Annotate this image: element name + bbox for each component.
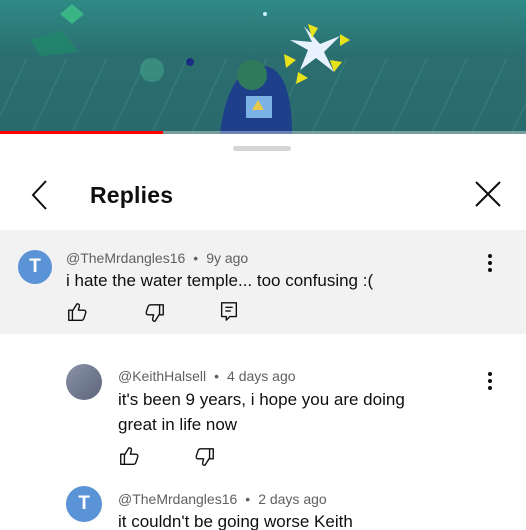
back-arrow-icon[interactable] [28, 178, 52, 212]
reply-icon[interactable] [218, 300, 240, 322]
comment-author[interactable]: @TheMrdangles16 [118, 491, 237, 507]
comment-meta: @TheMrdangles16 • 2 days ago [118, 491, 327, 507]
avatar[interactable] [66, 364, 102, 400]
comment-text: i hate the water temple... too confusing… [66, 271, 374, 290]
more-options-icon[interactable] [484, 254, 496, 274]
dislike-icon[interactable] [144, 302, 166, 324]
avatar[interactable]: T [18, 250, 52, 284]
comment-text-line-2: great in life now [118, 415, 238, 434]
drag-handle[interactable] [233, 146, 291, 151]
avatar[interactable]: T [66, 486, 102, 522]
page-title: Replies [90, 182, 174, 208]
parent-comment: T @TheMrdangles16 • 9y ago i hate the wate… [0, 230, 526, 334]
meta-separator: • [214, 368, 220, 384]
more-options-icon[interactable] [484, 372, 496, 392]
comment-meta: @KeithHalsell • 4 days ago [118, 368, 296, 384]
video-frame [30, 4, 350, 134]
comment-text: it couldn't be going worse Keith [118, 512, 353, 530]
comment-age: 4 days ago [227, 368, 296, 384]
like-icon[interactable] [118, 445, 140, 467]
meta-separator: • [193, 250, 199, 266]
like-icon[interactable] [66, 301, 88, 323]
replies-header: Replies [0, 170, 526, 224]
close-icon[interactable] [472, 178, 504, 210]
comment-meta: @TheMrdangles16 • 9y ago [66, 250, 248, 266]
comment-age: 9y ago [206, 250, 249, 266]
replies-sheet: Replies T @TheMrdangles16 • 9y ago i hate … [0, 134, 526, 530]
comment-text-line-1: it's been 9 years, i hope you are doing [118, 390, 405, 409]
dislike-icon[interactable] [194, 446, 216, 468]
comment-author[interactable]: @TheMrdangles16 [66, 250, 185, 266]
comment-age: 2 days ago [258, 491, 327, 507]
comment-author[interactable]: @KeithHalsell [118, 368, 206, 384]
meta-separator: • [245, 491, 251, 507]
video-player[interactable] [0, 0, 526, 134]
